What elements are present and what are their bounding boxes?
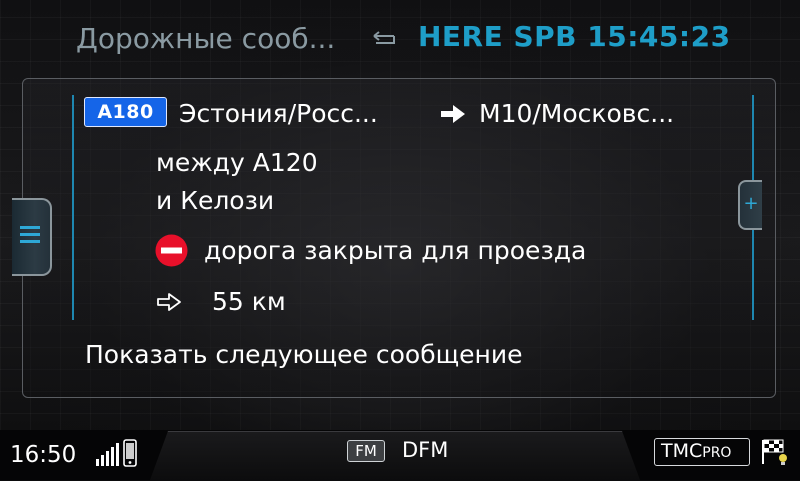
road-number-badge: A180 (84, 97, 167, 127)
page-title: Дорожные сооб... (76, 22, 336, 55)
route-info: HERE SPB 15:45:23 (418, 20, 731, 53)
band-badge: FM (347, 440, 385, 462)
outline-arrow-icon (157, 293, 181, 311)
plus-icon: + (743, 193, 759, 214)
between-line-1: между A120 (156, 148, 318, 177)
to-location: M10/Московс... (479, 99, 675, 128)
right-arrow-icon (441, 105, 465, 123)
station-name[interactable]: DFM (402, 438, 448, 462)
traffic-flag-icon (762, 439, 787, 465)
signal-bars-icon (96, 443, 119, 466)
event-description: дорога закрыта для проезда (204, 236, 587, 265)
distance-value: 55 км (212, 287, 286, 316)
phone-icon (123, 439, 137, 467)
between-line-2: и Келози (156, 186, 275, 215)
tmc-label: TMC (661, 440, 703, 462)
expand-tab[interactable]: + (738, 180, 762, 230)
status-center-tab (150, 431, 640, 480)
back-button[interactable] (368, 26, 402, 52)
no-entry-icon (155, 234, 188, 267)
back-arrow-icon (373, 31, 395, 44)
clock: 16:50 (10, 442, 77, 468)
next-message-button[interactable]: Показать следующее сообщение (85, 340, 523, 369)
tmc-pro-badge: TMCPRO (654, 438, 750, 466)
tmc-pro-label: PRO (702, 445, 732, 461)
menu-tab[interactable] (12, 198, 52, 276)
from-location: Эстония/Росс... (179, 99, 378, 128)
